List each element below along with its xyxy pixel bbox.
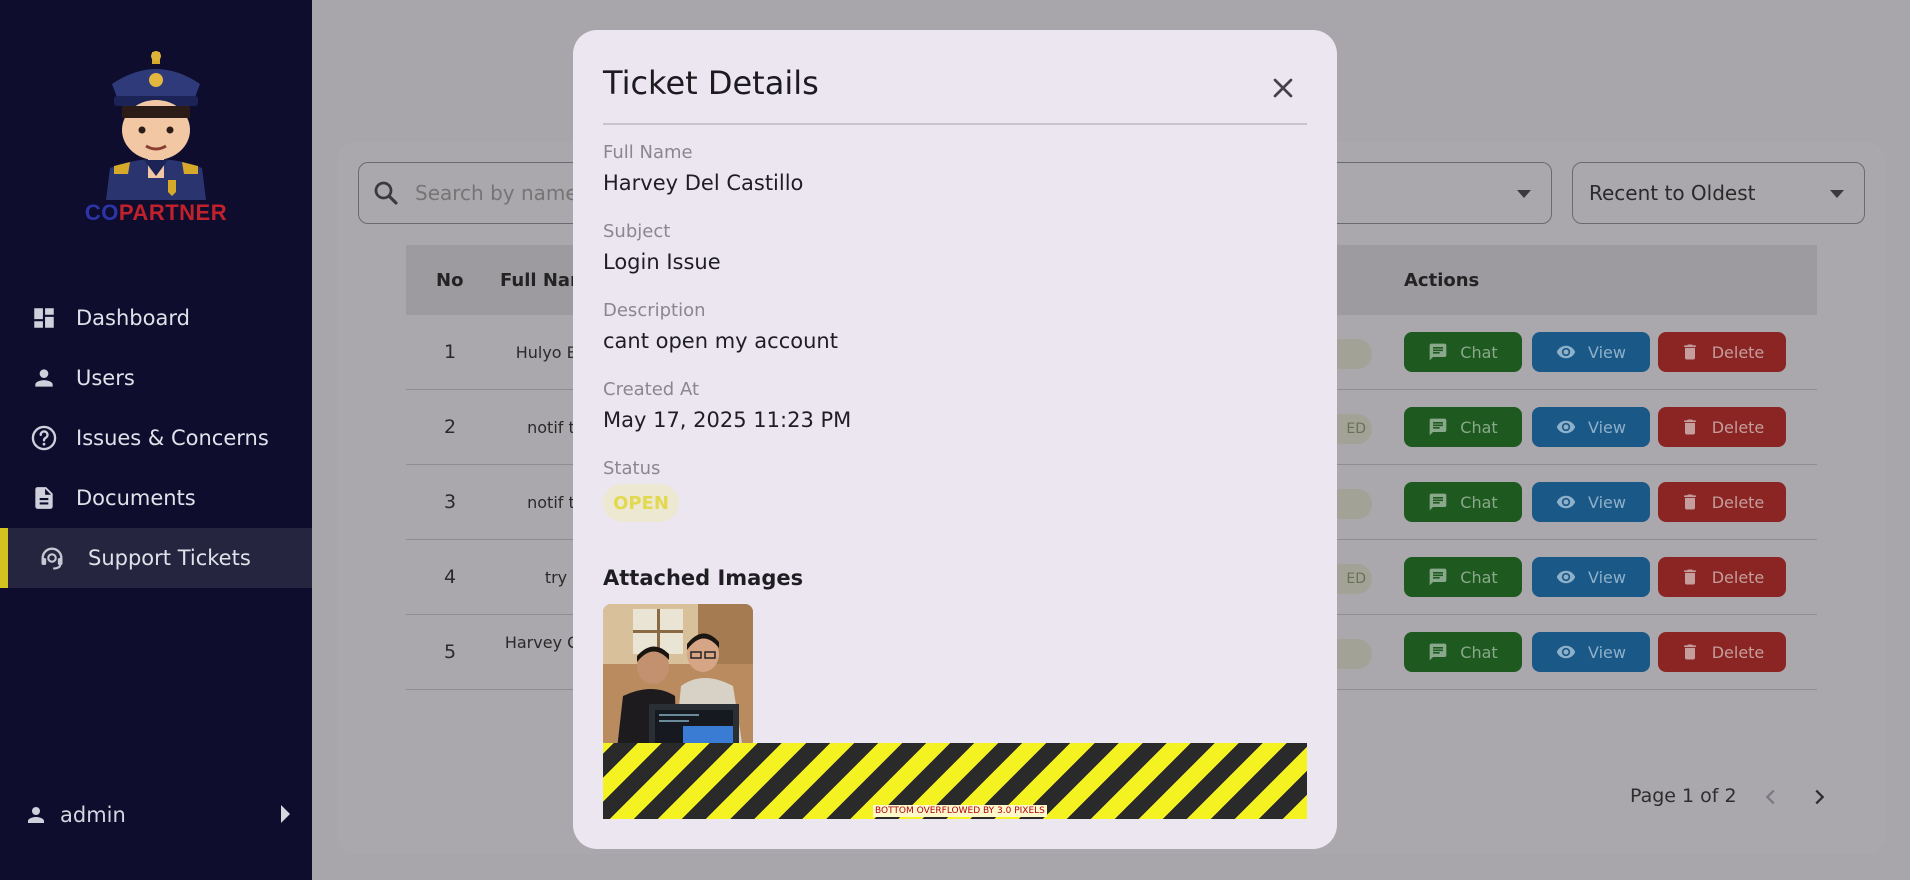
overflow-warning-text: BOTTOM OVERFLOWED BY 3.0 PIXELS <box>873 805 1047 817</box>
view-button[interactable]: View <box>1532 332 1650 372</box>
chevron-left-icon <box>1765 789 1775 805</box>
attached-photo-image <box>603 604 753 749</box>
trash-icon <box>1680 642 1700 662</box>
chat-button[interactable]: Chat <box>1404 482 1522 522</box>
chat-icon <box>1428 417 1448 437</box>
trash-icon <box>1680 567 1700 587</box>
sidebar-item-label: Support Tickets <box>88 546 251 570</box>
column-header-actions: Actions <box>1404 270 1480 291</box>
delete-button[interactable]: Delete <box>1658 482 1786 522</box>
dialog-divider <box>603 123 1307 125</box>
sidebar-item-label: Dashboard <box>76 306 190 330</box>
chevron-right-icon <box>1815 789 1825 805</box>
eye-icon <box>1556 417 1576 437</box>
attached-images-title: Attached Images <box>603 566 804 590</box>
next-page-button[interactable] <box>1808 786 1830 808</box>
sidebar: COPARTNER Dashboard Users Issues & Conce… <box>0 0 312 880</box>
full-name-value: Harvey Del Castillo <box>603 171 804 195</box>
eye-icon <box>1556 492 1576 512</box>
trash-icon <box>1680 342 1700 362</box>
chat-button[interactable]: Chat <box>1404 632 1522 672</box>
delete-button[interactable]: Delete <box>1658 632 1786 672</box>
sidebar-item-label: Issues & Concerns <box>76 426 269 450</box>
view-button[interactable]: View <box>1532 632 1650 672</box>
view-button[interactable]: View <box>1532 482 1650 522</box>
dropdown-arrow-icon <box>1517 190 1531 198</box>
person-icon <box>24 803 48 827</box>
caret-right-icon <box>281 805 290 823</box>
row-number: 1 <box>443 341 457 363</box>
overflow-warning-stripe: BOTTOM OVERFLOWED BY 3.0 PIXELS <box>603 743 1307 819</box>
column-header-no: No <box>436 270 464 291</box>
created-at-value: May 17, 2025 11:23 PM <box>603 408 852 432</box>
view-button[interactable]: View <box>1532 557 1650 597</box>
person-icon <box>30 364 58 392</box>
eye-icon <box>1556 342 1576 362</box>
help-circle-icon <box>30 424 58 452</box>
sidebar-item-users[interactable]: Users <box>0 348 312 408</box>
support-agent-icon <box>38 544 66 572</box>
chat-icon <box>1428 642 1448 662</box>
row-number: 5 <box>443 641 457 663</box>
subject-value: Login Issue <box>603 250 721 274</box>
sort-dropdown[interactable]: Recent to Oldest <box>1572 162 1865 224</box>
user-menu[interactable]: admin <box>0 790 312 840</box>
app-logo: COPARTNER <box>84 50 228 230</box>
full-name-label: Full Name <box>603 142 693 163</box>
chat-button[interactable]: Chat <box>1404 332 1522 372</box>
sidebar-item-dashboard[interactable]: Dashboard <box>0 288 312 348</box>
trash-icon <box>1680 417 1700 437</box>
description-label: Description <box>603 300 706 321</box>
row-number: 3 <box>443 491 457 513</box>
chat-icon <box>1428 492 1448 512</box>
chat-button[interactable]: Chat <box>1404 557 1522 597</box>
sidebar-item-label: Users <box>76 366 135 390</box>
dialog-title: Ticket Details <box>603 64 819 102</box>
sidebar-item-issues[interactable]: Issues & Concerns <box>0 408 312 468</box>
dropdown-arrow-icon <box>1830 190 1844 198</box>
sidebar-item-documents[interactable]: Documents <box>0 468 312 528</box>
status-badge: OPEN <box>603 484 679 522</box>
dashboard-icon <box>30 304 58 332</box>
sidebar-item-support-tickets[interactable]: Support Tickets <box>0 528 312 588</box>
previous-page-button[interactable] <box>1760 786 1782 808</box>
description-value: cant open my account <box>603 329 838 353</box>
sidebar-item-label: Documents <box>76 486 196 510</box>
user-name: admin <box>60 803 126 827</box>
status-label: Status <box>603 458 661 479</box>
close-icon <box>1273 78 1293 98</box>
brand-wordmark: COPARTNER <box>84 200 228 225</box>
close-button[interactable] <box>1267 72 1299 104</box>
eye-icon <box>1556 642 1576 662</box>
view-button[interactable]: View <box>1532 407 1650 447</box>
chat-icon <box>1428 567 1448 587</box>
row-number: 4 <box>443 566 457 588</box>
eye-icon <box>1556 567 1576 587</box>
document-icon <box>30 484 58 512</box>
page-indicator: Page 1 of 2 <box>1630 785 1737 807</box>
delete-button[interactable]: Delete <box>1658 332 1786 372</box>
subject-label: Subject <box>603 221 671 242</box>
ticket-details-dialog: Ticket Details Full Name Harvey Del Cast… <box>573 30 1337 849</box>
delete-button[interactable]: Delete <box>1658 557 1786 597</box>
created-at-label: Created At <box>603 379 700 400</box>
sort-value: Recent to Oldest <box>1589 181 1756 205</box>
row-number: 2 <box>443 416 457 438</box>
search-icon <box>371 178 401 208</box>
delete-button[interactable]: Delete <box>1658 407 1786 447</box>
trash-icon <box>1680 492 1700 512</box>
chat-button[interactable]: Chat <box>1404 407 1522 447</box>
chat-icon <box>1428 342 1448 362</box>
status-filter-dropdown[interactable] <box>1300 162 1552 224</box>
attached-image-thumbnail[interactable] <box>603 604 753 749</box>
police-mascot-icon <box>106 51 206 200</box>
